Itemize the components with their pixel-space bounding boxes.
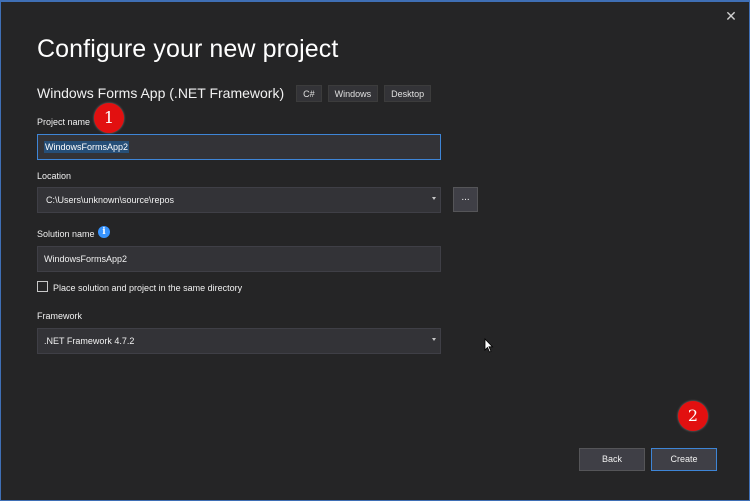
solution-name-label: Solution name: [37, 229, 95, 239]
same-directory-label[interactable]: Place solution and project in the same d…: [53, 283, 242, 293]
mouse-cursor-icon: [484, 338, 494, 353]
project-name-value: WindowsFormsApp2: [44, 141, 130, 153]
close-icon[interactable]: ✕: [721, 6, 741, 26]
new-project-dialog: ✕ Configure your new project Windows For…: [0, 0, 750, 501]
step-2-badge: 2: [678, 401, 708, 431]
location-combobox[interactable]: C:\Users\unknown\source\repos: [37, 187, 441, 213]
step-1-badge: 1: [94, 103, 124, 133]
project-name-label: Project name: [37, 117, 91, 127]
location-value: C:\Users\unknown\source\repos: [46, 195, 175, 205]
back-button[interactable]: Back: [579, 448, 645, 471]
tag-project-type: Desktop: [384, 84, 432, 102]
create-button[interactable]: Create: [651, 448, 717, 471]
chevron-down-icon[interactable]: [432, 197, 436, 200]
same-directory-checkbox[interactable]: [37, 281, 48, 292]
page-title: Configure your new project: [37, 35, 339, 63]
tag-language: C#: [296, 84, 322, 102]
template-header: Windows Forms App (.NET Framework) C# Wi…: [37, 83, 437, 103]
location-label: Location: [37, 171, 72, 181]
project-name-input[interactable]: WindowsFormsApp2: [37, 134, 441, 160]
framework-value: .NET Framework 4.7.2: [44, 336, 135, 346]
info-icon[interactable]: i: [98, 226, 110, 238]
framework-label: Framework: [37, 311, 83, 321]
tag-platform: Windows: [327, 84, 379, 102]
solution-name-input[interactable]: WindowsFormsApp2: [37, 246, 441, 272]
solution-name-value: WindowsFormsApp2: [44, 254, 128, 264]
chevron-down-icon[interactable]: [432, 338, 436, 341]
template-name: Windows Forms App (.NET Framework): [37, 85, 285, 101]
framework-select[interactable]: .NET Framework 4.7.2: [37, 328, 441, 354]
browse-button[interactable]: ...: [453, 187, 478, 212]
